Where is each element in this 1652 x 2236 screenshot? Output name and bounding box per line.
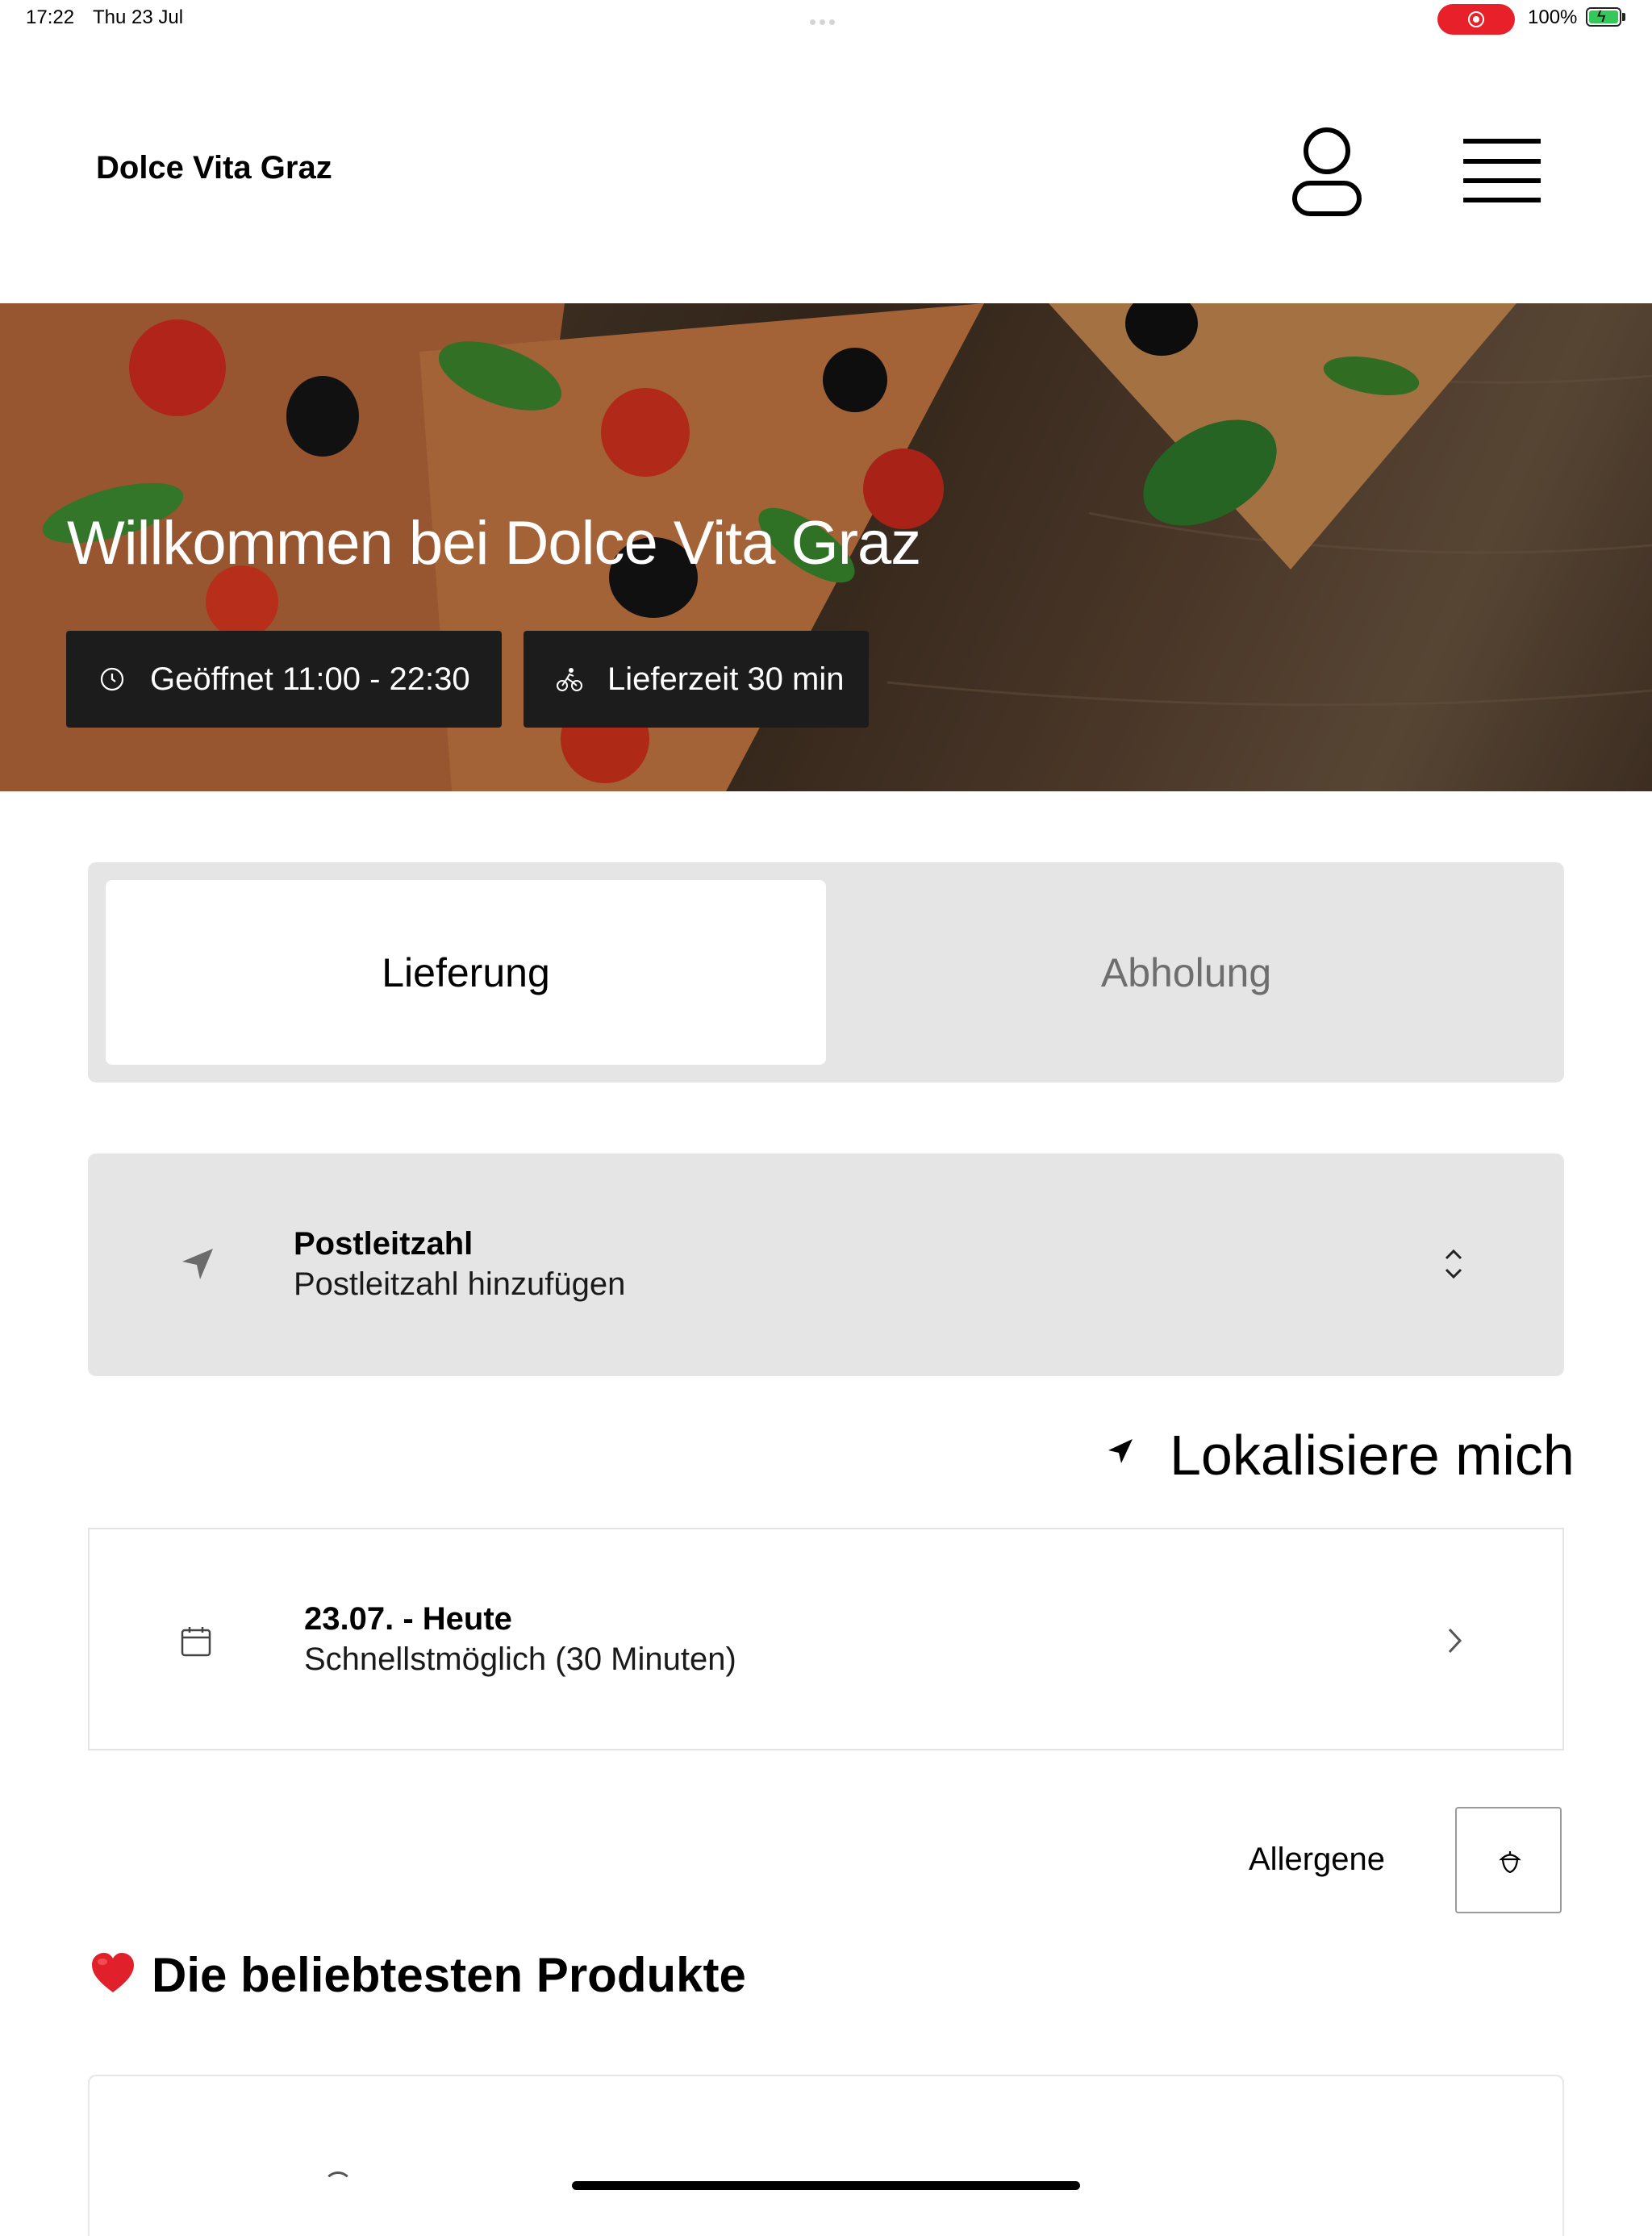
brand-title[interactable]: Dolce Vita Graz — [96, 150, 332, 186]
battery-tip — [1622, 13, 1625, 21]
delivery-time-chip: Lieferzeit 30 min — [524, 631, 869, 728]
location-arrow-icon — [182, 1249, 213, 1279]
hamburger-menu-icon[interactable] — [1462, 136, 1542, 205]
cyclist-icon — [557, 668, 582, 691]
opening-hours-label: Geöffnet 11:00 - 22:30 — [150, 661, 470, 697]
loading-spinner-icon — [323, 2171, 353, 2201]
allergens-label[interactable]: Allergene — [1249, 1842, 1385, 1878]
user-account-icon[interactable] — [1291, 125, 1363, 218]
battery-percentage: 100% — [1528, 6, 1578, 28]
popular-products-heading: Die beliebtesten Produkte — [152, 1948, 746, 2002]
status-time: 17:22 — [26, 6, 75, 28]
allergens-button[interactable] — [1455, 1807, 1562, 1913]
tab-abholung[interactable]: Abholung — [826, 880, 1546, 1065]
clock-icon — [100, 667, 124, 691]
screen-recording-icon[interactable] — [1437, 4, 1515, 35]
postal-code-field[interactable] — [88, 1153, 1564, 1376]
calendar-icon — [181, 1627, 211, 1657]
opening-hours-chip: Geöffnet 11:00 - 22:30 — [66, 631, 502, 728]
chevron-up-down-icon — [1445, 1249, 1462, 1279]
home-indicator[interactable] — [572, 2181, 1080, 2190]
acorn-icon — [1499, 1851, 1521, 1874]
status-date: Thu 23 Jul — [93, 6, 184, 28]
locate-me-link[interactable]: Lokalisiere mich — [1170, 1423, 1575, 1487]
postal-code-placeholder[interactable]: Postleitzahl hinzufügen — [294, 1266, 625, 1303]
delivery-date-title: 23.07. - Heute — [304, 1601, 512, 1637]
product-card[interactable] — [88, 2075, 1564, 2236]
multitasking-dots-icon[interactable] — [810, 15, 842, 25]
battery-icon: ϟ — [1586, 7, 1621, 27]
tab-lieferung[interactable]: Lieferung — [106, 880, 826, 1065]
delivery-time-label: Lieferzeit 30 min — [607, 661, 845, 697]
heart-icon — [92, 1953, 134, 1992]
postal-code-label: Postleitzahl — [294, 1226, 473, 1262]
location-arrow-icon[interactable] — [1107, 1437, 1134, 1465]
hero-title: Willkommen bei Dolce Vita Graz — [67, 509, 921, 578]
chevron-right-icon — [1448, 1628, 1462, 1654]
delivery-date-selector[interactable] — [88, 1528, 1564, 1750]
delivery-date-value: Schnellstmöglich (30 Minuten) — [304, 1642, 736, 1677]
